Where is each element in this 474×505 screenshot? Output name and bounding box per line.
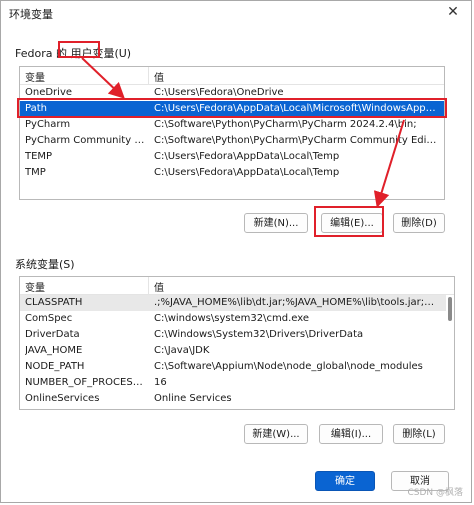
arrow-to-edit-button — [373, 119, 405, 208]
annotation-arrows — [81, 57, 405, 208]
arrow-to-path-row — [81, 57, 125, 99]
